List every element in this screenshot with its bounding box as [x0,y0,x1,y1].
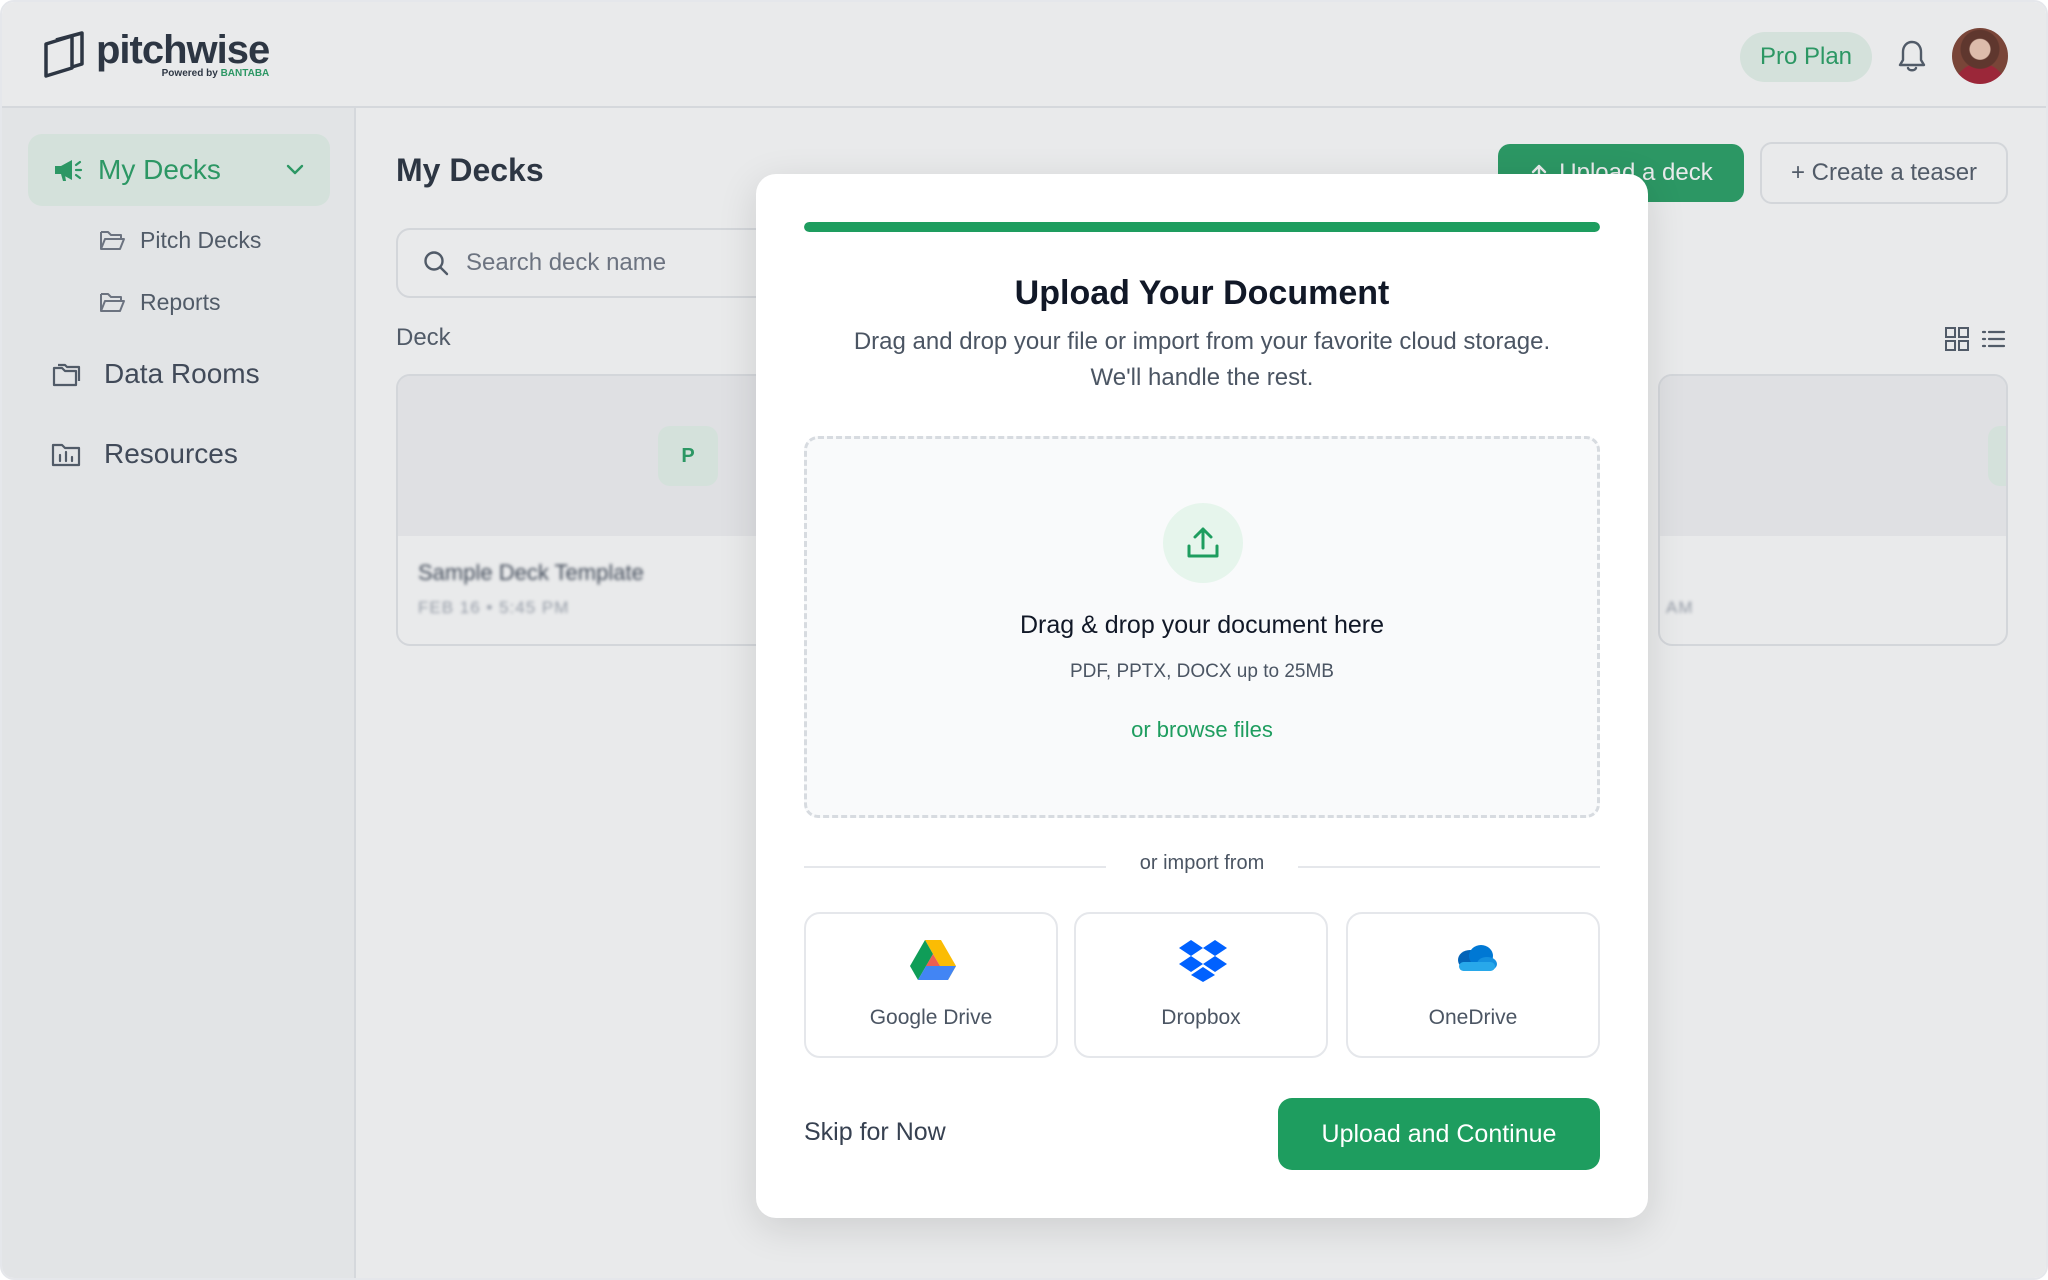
modal-title: Upload Your Document [1014,274,1390,312]
upload-icon [1187,527,1219,558]
upload-modal: Upload Your Document Drag and drop your … [756,174,1648,1218]
import-google-drive-button[interactable]: Google Drive [804,912,1058,1058]
browse-files-link[interactable]: or browse files [807,717,1597,743]
dropzone-hint: PDF, PPTX, DOCX up to 25MB [1070,661,1334,682]
upload-icon-circle [1163,503,1243,583]
import-divider: or import from [804,852,1600,882]
modal-subtitle-line: We'll handle the rest. [1090,364,1314,391]
app-window: pitchwise Powered by BANTABA Pro Plan My… [0,0,2048,1280]
onedrive-icon [1458,945,1497,971]
progress-fill [804,222,1600,232]
dropzone-title: Drag & drop your document here [1019,611,1385,639]
divider-label: or import from [1139,852,1265,874]
file-dropzone[interactable]: Drag & drop your document here PDF, PPTX… [804,436,1600,818]
modal-subtitle-line: Drag and drop your file or import from y… [853,328,1551,355]
import-label: Dropbox [1161,1006,1241,1029]
skip-for-now-button[interactable]: Skip for Now [804,1118,946,1147]
import-label: OneDrive [1428,1006,1518,1029]
google-drive-icon [910,940,956,980]
import-onedrive-button[interactable]: OneDrive [1346,912,1600,1058]
import-dropbox-button[interactable]: Dropbox [1074,912,1328,1058]
import-label: Google Drive [869,1006,993,1029]
dropbox-icon [1179,940,1227,982]
upload-and-continue-button[interactable]: Upload and Continue [1278,1098,1600,1170]
modal-subtitle: Drag and drop your file or import from y… [796,324,1608,396]
progress-bar [804,222,1600,232]
